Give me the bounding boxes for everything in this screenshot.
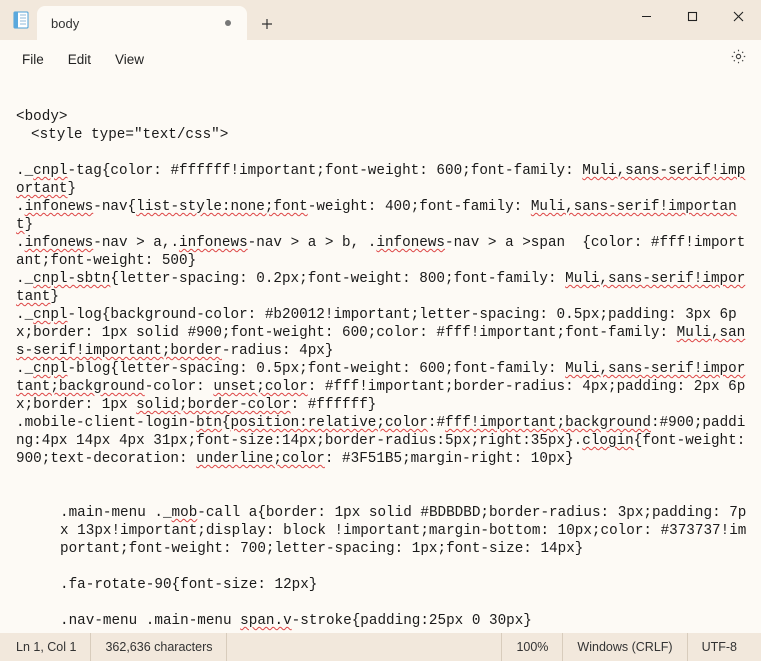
status-chars: 362,636 characters — [91, 633, 227, 661]
code-line: .infonews-nav > a,.infonews-nav > a > b,… — [16, 235, 745, 269]
status-spacer — [227, 633, 502, 661]
code-line: .fa-rotate-90{font-size: 12px} — [16, 576, 747, 594]
code-line: .nav-menu .main-menu span.v-stroke{paddi… — [16, 612, 747, 630]
menu-edit[interactable]: Edit — [56, 46, 103, 73]
menu-file[interactable]: File — [10, 46, 56, 73]
tabs: body — [37, 0, 283, 40]
new-tab-button[interactable] — [251, 8, 283, 40]
minimize-button[interactable] — [623, 0, 669, 32]
settings-button[interactable] — [722, 42, 755, 76]
app-icon — [12, 11, 30, 29]
code-line: ._cnpl-sbtn{letter-spacing: 0.2px;font-w… — [16, 271, 745, 305]
menubar: File Edit View — [0, 40, 761, 78]
code-line: .mobile-client-login-btn{position:relati… — [16, 415, 754, 467]
modified-indicator-icon — [225, 20, 231, 26]
code-line: ._cnpl-log{background-color: #b20012!imp… — [16, 307, 745, 359]
code-line: ._cnpl-tag{color: #ffffff!important;font… — [16, 163, 745, 197]
status-zoom[interactable]: 100% — [502, 633, 563, 661]
tab-body[interactable]: body — [37, 6, 247, 40]
status-eol[interactable]: Windows (CRLF) — [563, 633, 687, 661]
tab-title: body — [51, 16, 79, 31]
menu-view[interactable]: View — [103, 46, 156, 73]
titlebar: body — [0, 0, 761, 40]
code-line: <body> — [16, 109, 67, 125]
editor-content[interactable]: <body> <style type="text/css"> ._cnpl-ta… — [0, 78, 761, 633]
code-line: .main-menu ._mob-call a{border: 1px soli… — [16, 504, 747, 558]
status-cursor[interactable]: Ln 1, Col 1 — [10, 633, 91, 661]
maximize-button[interactable] — [669, 0, 715, 32]
code-line: .infonews-nav{list-style:none;font-weigh… — [16, 199, 737, 233]
statusbar: Ln 1, Col 1 362,636 characters 100% Wind… — [0, 633, 761, 661]
code-line: <style type="text/css"> — [16, 126, 747, 144]
blank-line — [16, 468, 747, 486]
close-button[interactable] — [715, 0, 761, 32]
window-controls — [623, 0, 761, 40]
code-line: ._cnpl-blog{letter-spacing: 0.5px;font-w… — [16, 361, 745, 413]
status-encoding[interactable]: UTF-8 — [688, 633, 751, 661]
